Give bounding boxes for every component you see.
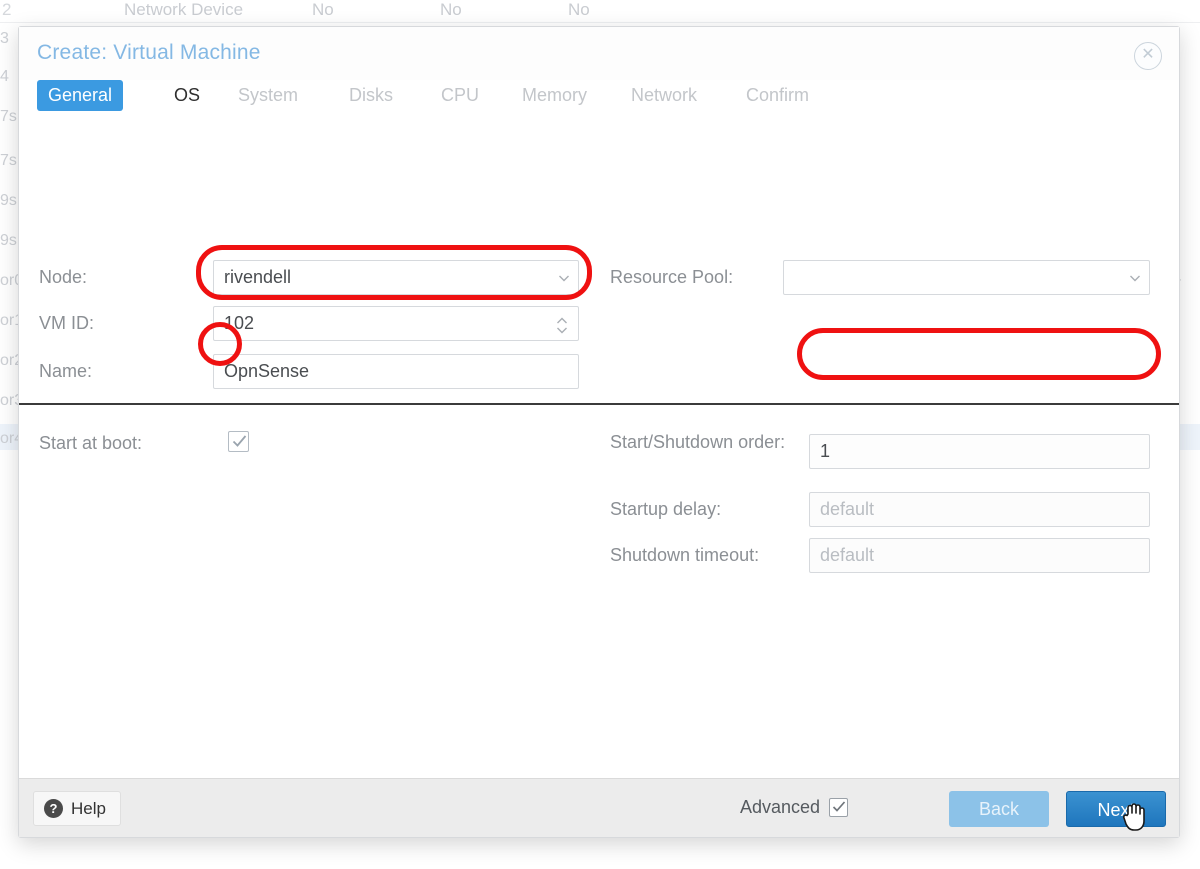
background-cell-1: No: [312, 0, 334, 20]
startup-delay-placeholder: default: [820, 499, 874, 519]
name-label: Name:: [39, 361, 92, 382]
startup-order-label: Start/Shutdown order:: [610, 430, 790, 455]
advanced-checkbox[interactable]: [829, 798, 848, 817]
spinner-updown-icon[interactable]: [556, 314, 568, 335]
tab-cpu[interactable]: CPU: [430, 80, 490, 111]
tab-os[interactable]: OS: [163, 80, 211, 111]
background-cell-2: No: [440, 0, 462, 20]
node-value: rivendell: [224, 267, 291, 287]
tab-confirm[interactable]: Confirm: [735, 80, 820, 111]
dialog-footer: ? Help Advanced Back Next: [19, 778, 1179, 837]
startup-order-input[interactable]: 1: [809, 434, 1150, 469]
dialog-body: Node: rivendell VM ID: 102 Name:: [19, 126, 1179, 778]
checkmark-icon: [231, 433, 248, 450]
shutdown-timeout-input[interactable]: default: [809, 538, 1150, 573]
tab-memory[interactable]: Memory: [511, 80, 598, 111]
question-mark-icon: ?: [44, 799, 63, 818]
next-button[interactable]: Next: [1066, 791, 1166, 827]
tab-network[interactable]: Network: [620, 80, 708, 111]
tab-disks[interactable]: Disks: [338, 80, 404, 111]
wizard-tabs: General OS System Disks CPU Memory Netwo…: [19, 80, 1179, 126]
shutdown-timeout-placeholder: default: [820, 545, 874, 565]
startup-delay-input[interactable]: default: [809, 492, 1150, 527]
close-icon[interactable]: ✕: [1134, 42, 1162, 70]
background-cell-3: No: [568, 0, 590, 20]
vmid-stepper[interactable]: 102: [213, 306, 579, 341]
name-value: OpnSense: [224, 361, 309, 381]
screen: Network Device No No No 2 3 4 7s 7s 9s 9…: [0, 0, 1200, 869]
help-label: Help: [71, 792, 106, 825]
section-divider: [19, 403, 1179, 405]
chevron-down-icon: [558, 272, 569, 283]
node-label: Node:: [39, 267, 87, 288]
chevron-down-icon: [1129, 272, 1140, 283]
back-button[interactable]: Back: [949, 791, 1049, 827]
vmid-label: VM ID:: [39, 313, 94, 334]
dialog-header: Create: Virtual Machine ✕: [19, 27, 1179, 80]
background-row-id: 2: [2, 0, 11, 20]
vmid-value: 102: [224, 313, 254, 333]
create-vm-dialog: Create: Virtual Machine ✕ General OS Sys…: [18, 26, 1180, 838]
startup-order-value: 1: [820, 441, 830, 461]
resource-pool-label: Resource Pool:: [610, 267, 733, 288]
start-at-boot-checkbox[interactable]: [228, 431, 249, 452]
tab-system[interactable]: System: [227, 80, 309, 111]
advanced-toggle[interactable]: Advanced: [740, 797, 848, 818]
node-select[interactable]: rivendell: [213, 260, 579, 295]
tab-general[interactable]: General: [37, 80, 123, 111]
help-button[interactable]: ? Help: [33, 791, 121, 826]
shutdown-timeout-label: Shutdown timeout:: [610, 545, 759, 566]
checkmark-icon: [831, 799, 847, 815]
start-at-boot-label: Start at boot:: [39, 433, 142, 454]
background-cell-type: Network Device: [124, 0, 243, 20]
startup-delay-label: Startup delay:: [610, 499, 721, 520]
page-title: Create: Virtual Machine: [37, 41, 261, 65]
resource-pool-select[interactable]: [783, 260, 1150, 295]
background-top-row: Network Device No No No 2: [0, 0, 1200, 22]
name-input[interactable]: OpnSense: [213, 354, 579, 389]
advanced-label: Advanced: [740, 797, 820, 818]
